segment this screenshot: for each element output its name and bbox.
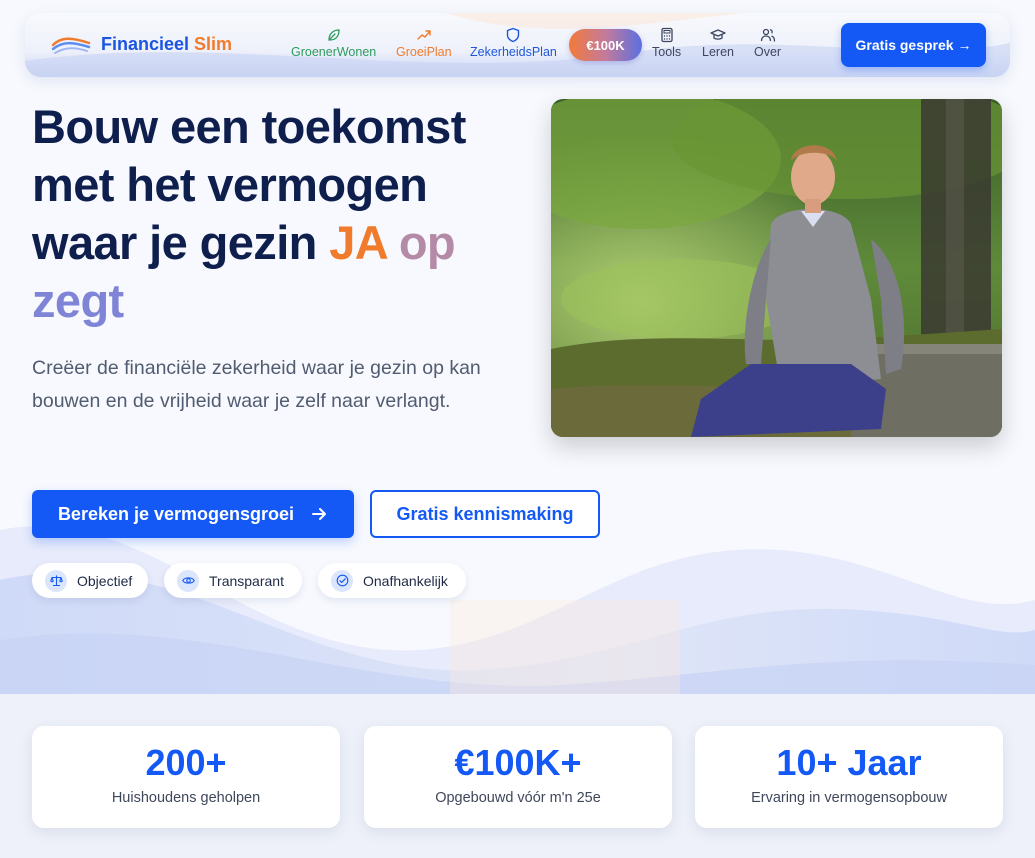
users-icon — [760, 28, 775, 42]
logo[interactable]: Financieel Slim — [51, 33, 232, 55]
gratis-kennismaking-button[interactable]: Gratis kennismaking — [370, 490, 600, 538]
nav-item-leren[interactable]: Leren — [702, 27, 734, 59]
check-circle-icon — [336, 574, 348, 587]
calculator-icon — [660, 27, 673, 43]
trending-up-icon — [417, 30, 431, 40]
stat-label: Opgebouwd vóór m'n 25e — [435, 790, 601, 806]
stat-card-households: 200+ Huishoudens geholpen — [32, 726, 340, 828]
badge-label: Transparant — [209, 572, 284, 589]
stat-value: €100K+ — [454, 742, 582, 783]
hero-subtitle: Creëer de financiële zekerheid waar je g… — [32, 357, 481, 412]
hero-photo — [551, 99, 1002, 437]
nav-item-tools[interactable]: Tools — [652, 27, 681, 59]
nav-label: Leren — [702, 45, 734, 59]
gratis-gesprek-button[interactable]: Gratis gesprek → — [841, 23, 986, 67]
badge-transparant: Transparant — [164, 563, 302, 598]
nav-item-over[interactable]: Over — [754, 27, 781, 59]
scale-icon — [49, 575, 63, 587]
eye-icon — [181, 577, 195, 584]
nav-label: Tools — [652, 45, 682, 59]
brand-name: Financieel Slim — [101, 33, 233, 54]
stat-card-built: €100K+ Opgebouwd vóór m'n 25e — [364, 726, 672, 828]
bereken-vermogensgroei-button[interactable]: Bereken je vermogensgroei — [32, 490, 354, 538]
stat-value: 10+ Jaar — [776, 742, 922, 783]
navbar: Financieel Slim GroenerWonen GroeiPlan Z… — [25, 13, 1010, 77]
nav-item-groenerwonen[interactable]: GroenerWonen — [291, 27, 376, 59]
leaf-icon — [327, 29, 340, 41]
badge-onafhankelijk: Onafhankelijk — [318, 563, 466, 598]
portrait-photo-illustration — [551, 99, 1002, 437]
nav-item-groeiplan[interactable]: GroeiPlan — [396, 27, 452, 59]
shield-icon — [507, 27, 520, 43]
logo-wave-icon — [51, 37, 91, 54]
stat-card-experience: 10+ Jaar Ervaring in vermogensopbouw — [695, 726, 1003, 828]
nav-label: GroeiPlan — [396, 45, 452, 59]
hero-title: Bouw een toekomst met het vermogen waar … — [32, 100, 466, 327]
button-label: Bereken je vermogensgroei — [57, 503, 295, 524]
badge-objectief: Objectief — [32, 563, 148, 598]
pill-100k-button[interactable]: €100K — [569, 29, 642, 61]
stat-label: Ervaring in vermogensopbouw — [751, 790, 947, 806]
badge-label: Onafhankelijk — [363, 572, 448, 589]
nav-item-zekerheidsplan[interactable]: ZekerheidsPlan — [470, 27, 557, 59]
nav-label: GroenerWonen — [291, 45, 377, 59]
stat-label: Huishoudens geholpen — [111, 790, 261, 806]
nav-label: Over — [754, 45, 782, 59]
arrow-right-icon — [312, 508, 327, 520]
graduation-cap-icon — [710, 29, 726, 40]
nav-label: ZekerheidsPlan — [470, 45, 557, 59]
stat-value: 200+ — [145, 742, 227, 783]
badge-label: Objectief — [77, 572, 133, 589]
